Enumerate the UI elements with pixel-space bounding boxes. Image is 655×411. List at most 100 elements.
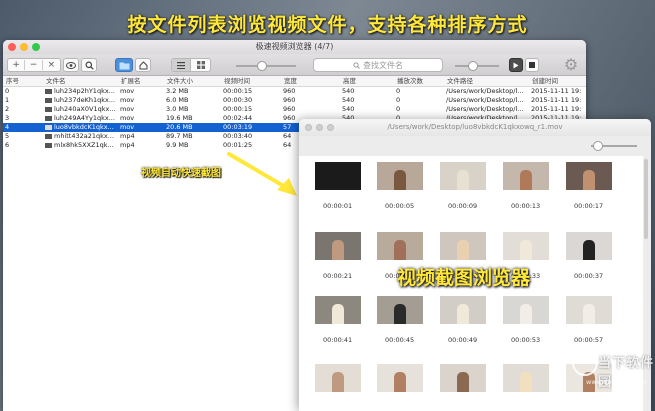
cell-size: 89.7 MB [166, 132, 193, 140]
cell-ext: mov [120, 96, 135, 104]
cell-duration: 00:03:40 [223, 132, 253, 140]
thumbnail-item[interactable]: 00:00:05 [377, 162, 427, 210]
thumbnail-timestamp: 00:00:57 [574, 336, 604, 344]
thumbnail-timestamp: 00:00:21 [323, 272, 353, 280]
thumbnail-item[interactable] [315, 364, 365, 392]
video-frame-thumbnail[interactable] [377, 232, 423, 260]
window-title: 极速视频浏览器 (4/7) [255, 42, 334, 51]
column-header-duration[interactable]: 视频时间 [223, 76, 278, 87]
thumbnail-item[interactable]: 00:00:01 [315, 162, 365, 210]
thumbnail-icon [45, 106, 52, 112]
cell-created: 2015-11-11 19: [531, 105, 582, 113]
video-frame-thumbnail[interactable] [503, 296, 549, 324]
folder-icon[interactable] [115, 58, 133, 72]
thumbnail-item[interactable]: 00:00:17 [566, 162, 616, 210]
video-frame-thumbnail[interactable] [440, 296, 486, 324]
video-frame-thumbnail[interactable] [315, 162, 361, 190]
play-icon[interactable] [509, 58, 523, 72]
thumbnail-item[interactable]: 00:00:13 [503, 162, 553, 210]
thumbnail-item[interactable]: 00:00:57 [566, 296, 616, 344]
thumbnail-item[interactable]: 00:00:45 [377, 296, 427, 344]
column-header-ext[interactable]: 扩展名 [120, 76, 165, 87]
stop-icon[interactable] [525, 58, 539, 72]
remove-button[interactable]: − [25, 60, 43, 70]
video-frame-thumbnail[interactable] [377, 296, 423, 324]
column-header-index[interactable]: 序号 [5, 76, 33, 87]
video-frame-thumbnail[interactable] [566, 296, 612, 324]
gear-icon[interactable]: ⚙ [562, 56, 580, 74]
column-header-path[interactable]: 文件路径 [446, 76, 526, 87]
thumbnail-item[interactable]: 00:00:41 [315, 296, 365, 344]
table-row[interactable]: 2 luh240aX0V1qkx... mov 3.0 MB 00:00:15 … [3, 105, 586, 114]
eye-icon[interactable] [63, 58, 79, 72]
thumbnail-icon [45, 142, 52, 148]
video-frame-thumbnail[interactable] [315, 364, 361, 392]
viewer-zoom-slider-knob[interactable] [593, 141, 603, 151]
video-frame-thumbnail[interactable] [566, 162, 612, 190]
video-frame-thumbnail[interactable] [315, 296, 361, 324]
table-row[interactable]: 1 luh237deKh1qkx... mov 6.0 MB 00:00:30 … [3, 96, 586, 105]
viewer-scrollbar[interactable] [644, 159, 648, 239]
thumbnail-item[interactable]: 00:00:21 [315, 232, 365, 280]
column-header-size[interactable]: 文件大小 [166, 76, 221, 87]
cell-width: 57 [283, 123, 292, 131]
video-frame-thumbnail[interactable] [440, 364, 486, 392]
home-icon[interactable] [135, 58, 151, 72]
video-frame-thumbnail[interactable] [377, 364, 423, 392]
video-frame-thumbnail[interactable] [315, 232, 361, 260]
viewer-minimize-button[interactable] [316, 124, 323, 131]
video-frame-thumbnail[interactable] [503, 162, 549, 190]
frame-figure [583, 170, 595, 190]
close-window-button[interactable] [8, 43, 16, 51]
video-frame-thumbnail[interactable] [566, 232, 612, 260]
column-header-width[interactable]: 宽度 [283, 76, 338, 87]
cell-size: 9.9 MB [166, 141, 189, 149]
search-icon[interactable] [81, 58, 97, 72]
thumbnail-item[interactable] [377, 364, 427, 392]
cell-index: 2 [5, 105, 10, 113]
thumbnail-item[interactable]: 00:00:09 [440, 162, 490, 210]
cell-created: 2015-11-11 19: [531, 96, 582, 104]
video-frame-thumbnail[interactable] [503, 364, 549, 392]
size-slider-right-knob[interactable] [468, 61, 478, 71]
minimize-window-button[interactable] [20, 43, 28, 51]
frame-figure [520, 170, 532, 190]
thumbnail-item[interactable] [503, 364, 553, 392]
cell-ext: mp4 [120, 141, 135, 149]
cell-width: 960 [283, 105, 296, 113]
table-row[interactable]: 0 luh234p2hY1qkx... mov 3.2 MB 00:00:15 … [3, 87, 586, 96]
cell-duration: 00:02:44 [223, 114, 253, 122]
grid-view-icon[interactable] [191, 61, 210, 69]
thumbnail-item[interactable]: 00:00:53 [503, 296, 553, 344]
video-frame-thumbnail[interactable] [503, 232, 549, 260]
viewer-close-button[interactable] [305, 124, 312, 131]
cell-filename: luh237deKh1qkx... [54, 96, 116, 104]
search-field[interactable]: 查找文件名 [313, 58, 443, 72]
cell-created: 2015-11-11 19: [531, 87, 582, 95]
column-header-height[interactable]: 高度 [342, 76, 392, 87]
list-view-icon[interactable] [172, 59, 192, 71]
column-header-filename[interactable]: 文件名 [45, 76, 115, 87]
video-frame-thumbnail[interactable] [440, 232, 486, 260]
video-frame-thumbnail[interactable] [440, 162, 486, 190]
cell-ext: mp4 [120, 132, 135, 140]
cell-duration: 00:00:30 [223, 96, 253, 104]
thumbnail-icon [45, 133, 52, 139]
video-frame-thumbnail[interactable] [377, 162, 423, 190]
thumbnail-item[interactable]: 00:00:37 [566, 232, 616, 280]
column-header-created[interactable]: 创建时间 [531, 76, 586, 87]
view-mode-group [171, 58, 211, 72]
thumbnail-item[interactable]: 00:00:49 [440, 296, 490, 344]
add-button[interactable]: + [8, 60, 26, 70]
cell-size: 6.0 MB [166, 96, 189, 104]
viewer-zoom-button[interactable] [327, 124, 334, 131]
thumbnail-timestamp: 00:00:13 [511, 202, 541, 210]
thumbnail-item[interactable] [440, 364, 490, 392]
cell-filename: mlx8hk5XXZ1qk... [54, 141, 114, 149]
zoom-window-button[interactable] [32, 43, 40, 51]
frame-figure [457, 240, 469, 260]
cell-ext: mov [120, 87, 135, 95]
size-slider-left-knob[interactable] [257, 61, 267, 71]
clear-button[interactable]: × [43, 60, 60, 70]
column-header-playcount[interactable]: 播放次数 [396, 76, 446, 87]
